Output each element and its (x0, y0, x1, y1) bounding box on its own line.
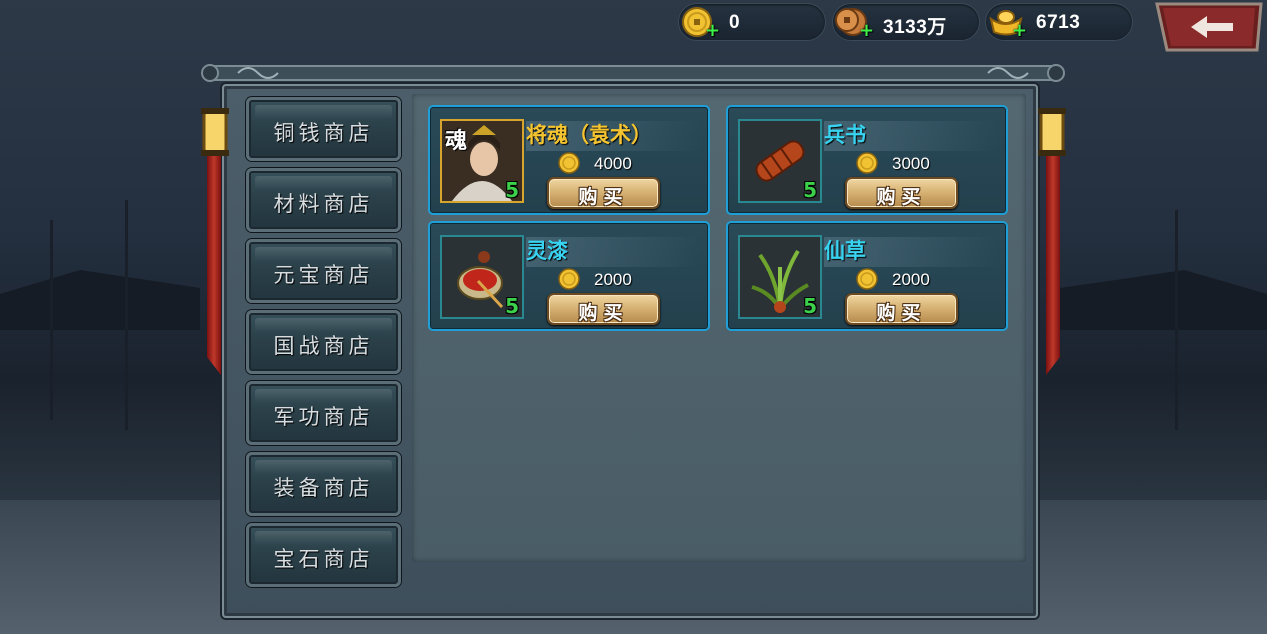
item-card[interactable]: 5 仙草 2000 购买 (726, 221, 1008, 331)
item-icon-frame: 5 (440, 235, 524, 319)
red-banner-left (207, 150, 221, 375)
tab-label: 材料商店 (273, 192, 374, 216)
item-level: 5 (803, 294, 817, 318)
buy-label: 购买 (578, 302, 629, 324)
buy-button[interactable]: 购买 (547, 293, 660, 325)
panel-top-frame (201, 64, 1065, 82)
tab-copper-shop[interactable]: 铜钱商店 (246, 97, 401, 161)
shop-tab-list: 铜钱商店 材料商店 元宝商店 国战商店 军功商店 装备商店 宝石商店 (240, 94, 406, 596)
item-icon-frame: 5 (738, 235, 822, 319)
tab-gem-shop[interactable]: 宝石商店 (246, 523, 401, 587)
background-pole (1175, 210, 1178, 430)
tab-label: 装备商店 (273, 476, 374, 500)
tab-equipment-shop[interactable]: 装备商店 (246, 452, 401, 516)
background-pole (50, 220, 53, 420)
item-level: 5 (803, 178, 817, 202)
gold-coin-icon (856, 152, 878, 174)
item-name: 仙草 (824, 239, 866, 263)
item-name: 灵漆 (526, 239, 568, 263)
item-card[interactable]: 魂 5 将魂（袁术） 4000 购买 (428, 105, 710, 215)
buy-button[interactable]: 购买 (547, 177, 660, 209)
gold-coin-value: 0 (729, 12, 741, 33)
item-icon-frame: 魂 5 (440, 119, 524, 203)
tab-ingot-shop[interactable]: 元宝商店 (246, 239, 401, 303)
gold-ingot-value: 6713 (1036, 12, 1081, 33)
soul-badge: 魂 (445, 129, 468, 154)
lantern-icon (1038, 108, 1066, 156)
item-price: 2000 (594, 270, 632, 289)
back-button[interactable] (1155, 2, 1263, 52)
gold-coin-icon (558, 268, 580, 290)
item-card[interactable]: 5 灵漆 2000 购买 (428, 221, 710, 331)
buy-button[interactable]: 购买 (845, 177, 958, 209)
tab-label: 军功商店 (273, 405, 374, 429)
tab-merit-shop[interactable]: 军功商店 (246, 381, 401, 445)
item-card[interactable]: 5 兵书 3000 购买 (726, 105, 1008, 215)
item-grid: 魂 5 将魂（袁术） 4000 购买 5 兵书 3000 购买 5 灵漆 200… (412, 94, 1026, 562)
background-pole (125, 200, 128, 430)
buy-label: 购买 (876, 302, 927, 324)
buy-button[interactable]: 购买 (845, 293, 958, 325)
buy-label: 购买 (578, 186, 629, 208)
tab-label: 国战商店 (273, 334, 374, 358)
add-icon[interactable]: + (859, 22, 874, 40)
currency-gold-coin[interactable]: + 0 (678, 3, 826, 41)
item-price: 3000 (892, 154, 930, 173)
tab-label: 元宝商店 (273, 263, 374, 287)
item-price: 2000 (892, 270, 930, 289)
add-icon[interactable]: + (705, 22, 720, 40)
tab-national-war-shop[interactable]: 国战商店 (246, 310, 401, 374)
copper-coin-value: 3133万 (883, 17, 947, 38)
item-level: 5 (505, 294, 519, 318)
item-level: 5 (505, 178, 519, 202)
buy-label: 购买 (876, 186, 927, 208)
gold-coin-icon (558, 152, 580, 174)
item-price: 4000 (594, 154, 632, 173)
tab-label: 铜钱商店 (273, 121, 374, 145)
item-name: 将魂（袁术） (526, 123, 652, 147)
add-icon[interactable]: + (1012, 22, 1027, 40)
tab-label: 宝石商店 (273, 547, 374, 571)
currency-copper-coin[interactable]: + 3133万 (832, 3, 980, 41)
red-banner-right (1046, 150, 1060, 375)
item-name: 兵书 (824, 123, 866, 147)
gold-coin-icon (856, 268, 878, 290)
currency-gold-ingot[interactable]: + 6713 (985, 3, 1133, 41)
item-icon-frame: 5 (738, 119, 822, 203)
lantern-icon (201, 108, 229, 156)
tab-material-shop[interactable]: 材料商店 (246, 168, 401, 232)
